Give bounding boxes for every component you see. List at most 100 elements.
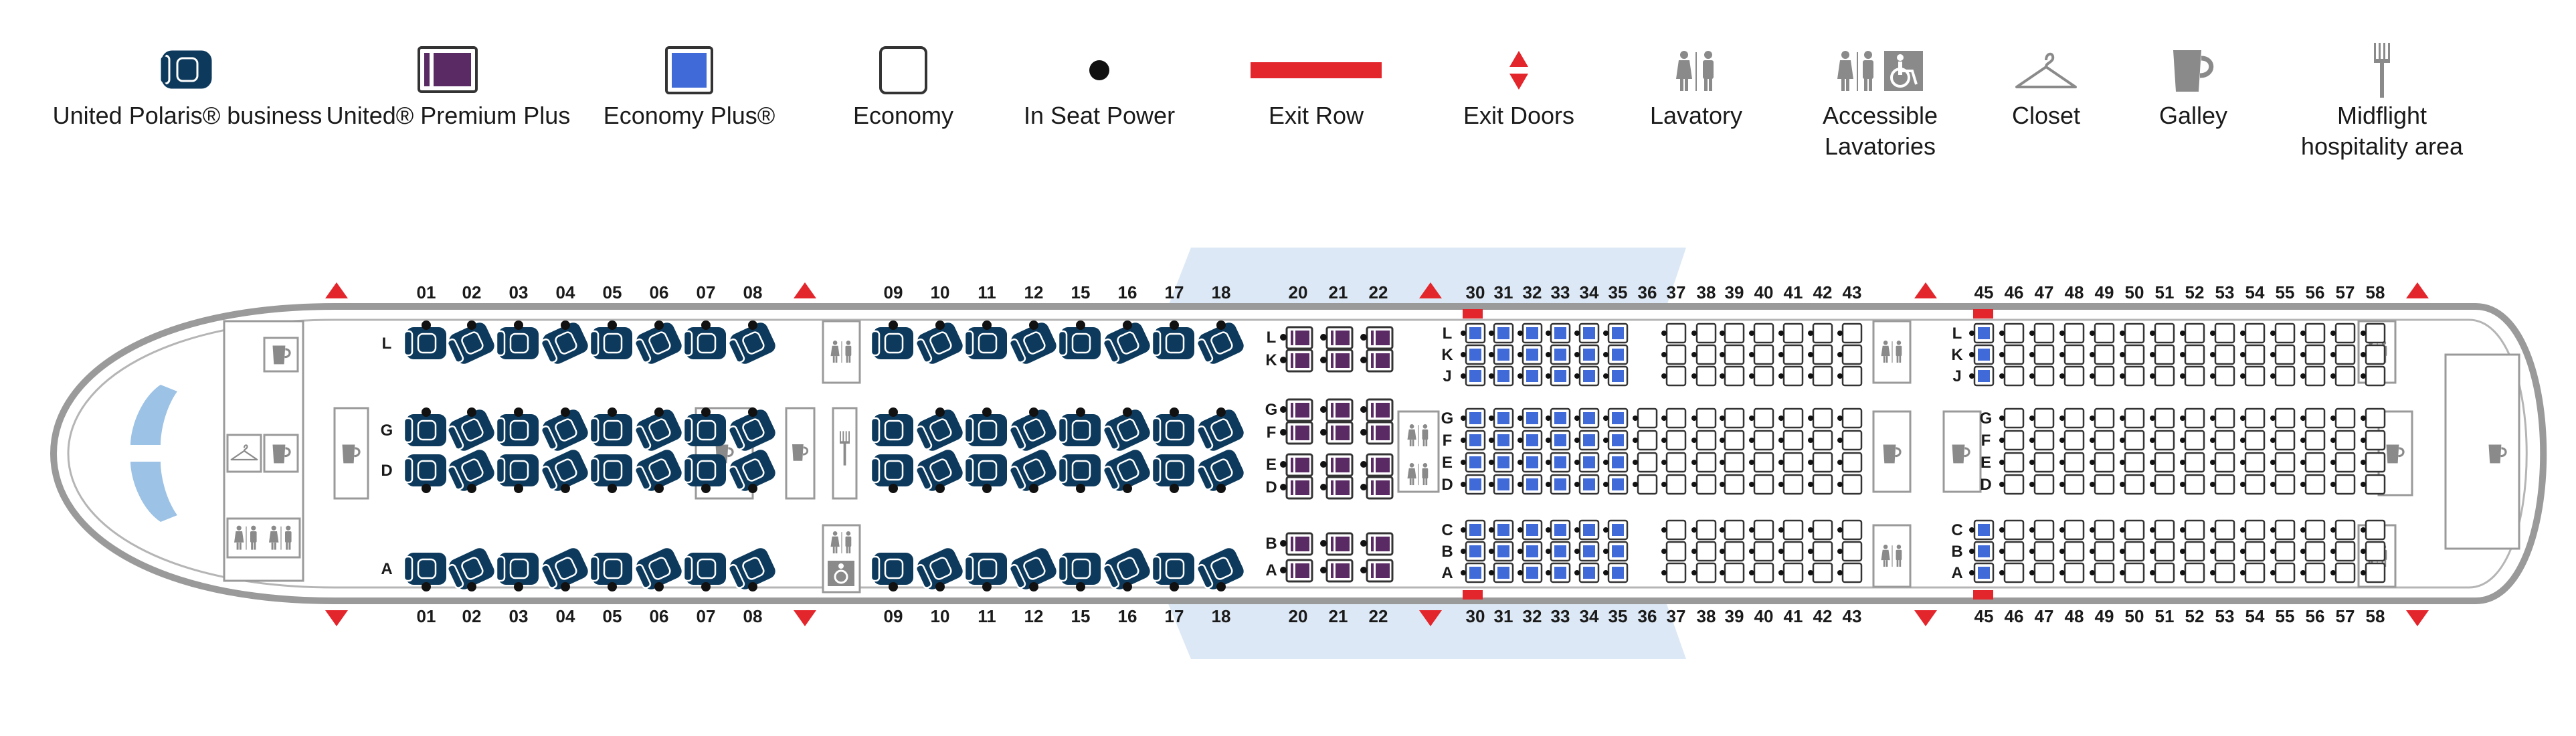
- economy-seat[interactable]: [2003, 365, 2025, 387]
- economy-seat[interactable]: [2033, 452, 2055, 473]
- polaris-seat[interactable]: [589, 553, 632, 585]
- economy-seat[interactable]: [2304, 452, 2326, 473]
- polaris-seat[interactable]: [1057, 327, 1101, 359]
- economy-seat[interactable]: [2274, 365, 2296, 387]
- economy-seat[interactable]: [1753, 430, 1774, 451]
- economy-seat[interactable]: [2214, 323, 2235, 344]
- economy-seat[interactable]: [2334, 474, 2356, 495]
- economy-seat[interactable]: [2274, 541, 2296, 562]
- polaris-seat[interactable]: [870, 327, 913, 359]
- economy-seat[interactable]: [2003, 519, 2025, 541]
- economy-seat[interactable]: [1841, 344, 1863, 365]
- economy-seat[interactable]: [1724, 365, 1745, 387]
- economy-seat[interactable]: [2094, 323, 2115, 344]
- economy-seat[interactable]: [1753, 541, 1774, 562]
- economy-seat[interactable]: [1695, 562, 1717, 583]
- economy-seat[interactable]: [1782, 430, 1804, 451]
- economy-seat[interactable]: [2214, 365, 2235, 387]
- economy-seat[interactable]: [2304, 323, 2326, 344]
- economy-seat[interactable]: [1665, 365, 1687, 387]
- economy-seat[interactable]: [2274, 323, 2296, 344]
- economy-seat[interactable]: [2334, 541, 2356, 562]
- economy-seat[interactable]: [2094, 452, 2115, 473]
- economy-seat[interactable]: [2334, 430, 2356, 451]
- economy-seat[interactable]: [2244, 519, 2266, 541]
- economy-seat[interactable]: [2274, 407, 2296, 429]
- economy-seat[interactable]: [2154, 562, 2175, 583]
- economy-seat[interactable]: [2063, 474, 2085, 495]
- economy-seat[interactable]: [2184, 562, 2205, 583]
- economy-seat[interactable]: [2154, 519, 2175, 541]
- economy-seat[interactable]: [2365, 474, 2386, 495]
- economy-seat[interactable]: [2063, 452, 2085, 473]
- economy-seat[interactable]: [2184, 407, 2205, 429]
- economy-seat[interactable]: [2184, 323, 2205, 344]
- economy-seat[interactable]: [2124, 344, 2145, 365]
- economy-seat[interactable]: [2003, 474, 2025, 495]
- economy-seat[interactable]: [1695, 519, 1717, 541]
- economy-seat[interactable]: [1782, 474, 1804, 495]
- economy-seat[interactable]: [1724, 430, 1745, 451]
- economy-seat[interactable]: [2214, 562, 2235, 583]
- economy-seat[interactable]: [2214, 407, 2235, 429]
- economy-seat[interactable]: [1753, 562, 1774, 583]
- economy-seat[interactable]: [2365, 323, 2386, 344]
- economy-seat[interactable]: [2033, 474, 2055, 495]
- economy-seat[interactable]: [2154, 541, 2175, 562]
- polaris-seat[interactable]: [1151, 454, 1194, 486]
- economy-seat[interactable]: [2244, 407, 2266, 429]
- economy-seat[interactable]: [2244, 365, 2266, 387]
- economy-seat[interactable]: [2334, 562, 2356, 583]
- economy-seat[interactable]: [1637, 452, 1658, 473]
- economy-seat[interactable]: [1782, 541, 1804, 562]
- polaris-seat[interactable]: [1151, 327, 1194, 359]
- economy-seat[interactable]: [2124, 541, 2145, 562]
- economy-seat[interactable]: [2304, 407, 2326, 429]
- economy-seat[interactable]: [2365, 344, 2386, 365]
- economy-seat[interactable]: [2063, 562, 2085, 583]
- economy-seat[interactable]: [2214, 430, 2235, 451]
- economy-seat[interactable]: [2094, 519, 2115, 541]
- economy-seat[interactable]: [2124, 323, 2145, 344]
- economy-seat[interactable]: [1812, 541, 1833, 562]
- economy-seat[interactable]: [2063, 323, 2085, 344]
- polaris-seat[interactable]: [963, 327, 1007, 359]
- economy-seat[interactable]: [2154, 323, 2175, 344]
- economy-seat[interactable]: [2003, 323, 2025, 344]
- economy-seat[interactable]: [2124, 430, 2145, 451]
- economy-seat[interactable]: [1665, 430, 1687, 451]
- economy-seat[interactable]: [1695, 323, 1717, 344]
- economy-seat[interactable]: [2184, 365, 2205, 387]
- economy-seat[interactable]: [1812, 323, 1833, 344]
- economy-seat[interactable]: [1665, 344, 1687, 365]
- economy-seat[interactable]: [2365, 365, 2386, 387]
- economy-seat[interactable]: [2365, 519, 2386, 541]
- economy-seat[interactable]: [1782, 323, 1804, 344]
- polaris-seat[interactable]: [495, 414, 539, 446]
- economy-seat[interactable]: [2033, 430, 2055, 451]
- economy-seat[interactable]: [1841, 519, 1863, 541]
- economy-seat[interactable]: [2244, 474, 2266, 495]
- economy-seat[interactable]: [2033, 344, 2055, 365]
- economy-seat[interactable]: [1695, 407, 1717, 429]
- economy-seat[interactable]: [1724, 323, 1745, 344]
- economy-seat[interactable]: [1812, 365, 1833, 387]
- economy-seat[interactable]: [2274, 474, 2296, 495]
- economy-seat[interactable]: [2214, 474, 2235, 495]
- economy-seat[interactable]: [1724, 562, 1745, 583]
- economy-seat[interactable]: [2214, 519, 2235, 541]
- economy-seat[interactable]: [2184, 541, 2205, 562]
- economy-seat[interactable]: [2003, 430, 2025, 451]
- economy-seat[interactable]: [1665, 541, 1687, 562]
- economy-seat[interactable]: [2244, 430, 2266, 451]
- economy-seat[interactable]: [1695, 365, 1717, 387]
- polaris-seat[interactable]: [589, 414, 632, 446]
- economy-seat[interactable]: [1841, 474, 1863, 495]
- economy-seat[interactable]: [1724, 541, 1745, 562]
- economy-seat[interactable]: [1724, 407, 1745, 429]
- polaris-seat[interactable]: [682, 327, 726, 359]
- economy-seat[interactable]: [2184, 344, 2205, 365]
- economy-seat[interactable]: [1841, 365, 1863, 387]
- economy-seat[interactable]: [2033, 519, 2055, 541]
- polaris-seat[interactable]: [963, 553, 1007, 585]
